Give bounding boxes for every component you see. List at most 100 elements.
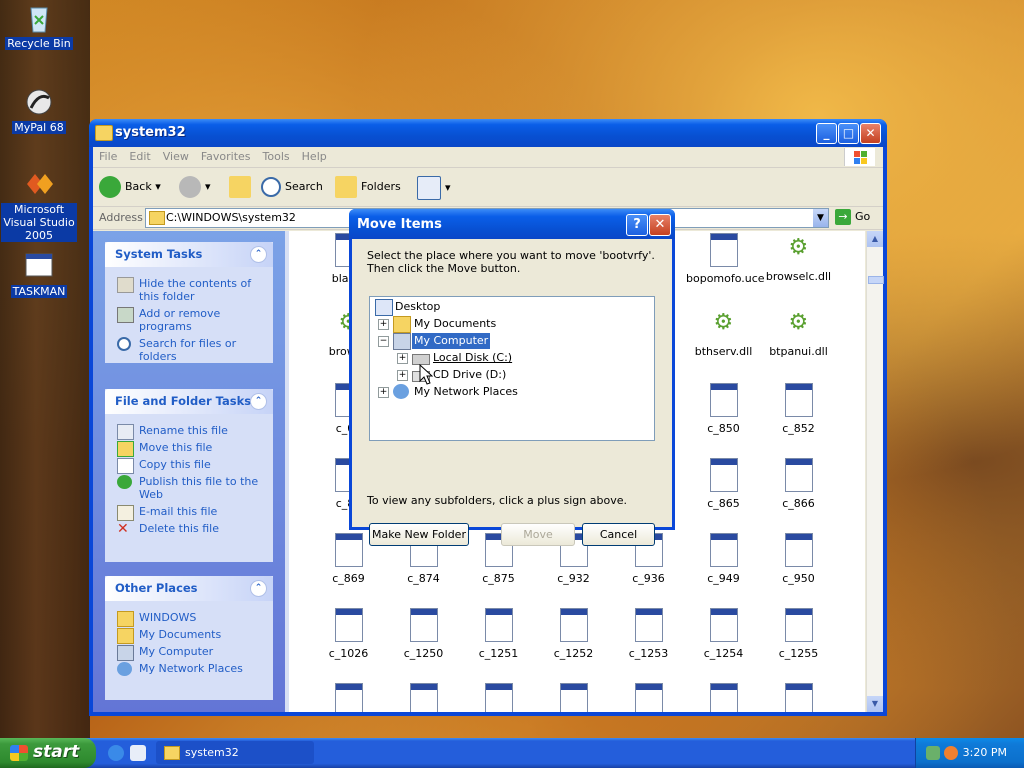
help-button[interactable]: ? — [626, 214, 648, 236]
file-item[interactable]: bopomofo.uce — [686, 233, 765, 285]
file-icon — [559, 683, 588, 712]
task-hide-contents[interactable]: Hide the contents of this folder — [117, 277, 265, 303]
taskbar-item-system32[interactable]: system32 — [156, 741, 314, 764]
file-item[interactable] — [386, 683, 461, 712]
go-button[interactable]: → Go — [835, 209, 870, 225]
file-name: c_1250 — [403, 647, 444, 660]
place-windows[interactable]: WINDOWS — [117, 611, 265, 627]
place-my-computer[interactable]: My Computer — [117, 645, 265, 661]
collapse-chevron-icon[interactable]: ⌃ — [250, 393, 267, 410]
quick-launch-icon[interactable] — [130, 745, 146, 761]
file-item[interactable]: c_1254 — [686, 608, 761, 660]
desktop-icon-mypal[interactable]: MyPal 68 — [1, 86, 77, 134]
menu-tools[interactable]: Tools — [257, 147, 296, 166]
expand-plus-icon[interactable]: + — [378, 319, 389, 330]
file-name: bopomofo.uce — [686, 272, 765, 285]
file-tasks-header[interactable]: File and Folder Tasks ⌃ — [105, 389, 273, 414]
make-new-folder-button[interactable]: Make New Folder — [369, 523, 469, 546]
other-places-header[interactable]: Other Places ⌃ — [105, 576, 273, 601]
file-item[interactable] — [611, 683, 686, 712]
place-my-documents[interactable]: My Documents — [117, 628, 265, 644]
file-item[interactable]: c_1251 — [461, 608, 536, 660]
back-button[interactable]: Back ▾ — [99, 176, 161, 198]
folder-icon — [149, 211, 165, 225]
desktop-icon-taskman[interactable]: TASKMAN — [1, 250, 77, 298]
views-button[interactable]: ▾ — [417, 176, 451, 200]
move-button[interactable]: Move — [501, 523, 575, 546]
file-item[interactable]: browselc.dll — [761, 233, 836, 283]
cancel-button[interactable]: Cancel — [582, 523, 655, 546]
dialog-titlebar[interactable]: Move Items ? ✕ — [349, 209, 675, 239]
collapse-chevron-icon[interactable]: ⌃ — [250, 580, 267, 597]
explorer-titlebar[interactable]: system32 _ □ ✕ — [89, 119, 887, 147]
task-copy[interactable]: Copy this file — [117, 458, 265, 474]
close-button[interactable]: ✕ — [860, 123, 881, 144]
file-item[interactable] — [461, 683, 536, 712]
task-delete[interactable]: ✕ Delete this file — [117, 522, 265, 536]
folder-icon — [164, 746, 180, 760]
file-item[interactable]: c_865 — [686, 458, 761, 510]
search-tray-icon[interactable] — [944, 746, 958, 760]
file-item[interactable] — [311, 683, 386, 712]
menu-help[interactable]: Help — [296, 147, 333, 166]
file-item[interactable]: c_1026 — [311, 608, 386, 660]
up-folder-icon — [229, 176, 251, 198]
file-item[interactable]: c_1250 — [386, 608, 461, 660]
dialog-close-button[interactable]: ✕ — [649, 214, 671, 236]
internet-explorer-icon[interactable] — [108, 745, 124, 761]
file-item[interactable]: c_850 — [686, 383, 761, 435]
forward-button[interactable]: ▾ — [179, 176, 211, 198]
file-name: c_869 — [332, 572, 365, 585]
scroll-down-button[interactable]: ▼ — [867, 696, 883, 712]
task-rename[interactable]: Rename this file — [117, 424, 265, 440]
task-move[interactable]: Move this file — [117, 441, 265, 457]
place-network[interactable]: My Network Places — [117, 662, 265, 676]
task-email[interactable]: E-mail this file — [117, 505, 265, 521]
file-item[interactable]: c_950 — [761, 533, 836, 585]
collapse-chevron-icon[interactable]: ⌃ — [250, 246, 267, 263]
scroll-thumb[interactable] — [868, 276, 884, 284]
menu-favorites[interactable]: Favorites — [195, 147, 257, 166]
collapse-minus-icon[interactable]: − — [378, 336, 389, 347]
task-search-files[interactable]: Search for files or folders — [117, 337, 265, 363]
file-item[interactable]: btpanui.dll — [761, 308, 836, 358]
task-label: E-mail this file — [139, 505, 218, 518]
menu-edit[interactable]: Edit — [123, 147, 156, 166]
address-dropdown-button[interactable]: ▼ — [813, 209, 828, 227]
task-publish[interactable]: Publish this file to the Web — [117, 475, 265, 501]
file-item[interactable]: c_852 — [761, 383, 836, 435]
menu-file[interactable]: File — [93, 147, 123, 166]
network-tray-icon[interactable] — [926, 746, 940, 760]
file-item[interactable]: c_1253 — [611, 608, 686, 660]
file-item[interactable]: c_1255 — [761, 608, 836, 660]
file-item[interactable]: bthserv.dll — [686, 308, 761, 358]
start-button[interactable]: start — [0, 738, 96, 768]
desktop-icon-recycle-bin[interactable]: Recycle Bin — [1, 2, 77, 50]
task-add-remove-programs[interactable]: Add or remove programs — [117, 307, 265, 333]
clock[interactable]: 3:20 PM — [963, 746, 1007, 759]
expand-plus-icon[interactable]: + — [397, 353, 408, 364]
file-item[interactable] — [761, 683, 836, 712]
vertical-scrollbar[interactable]: ▲ ▼ — [866, 231, 884, 712]
network-icon — [117, 662, 132, 676]
file-item[interactable]: c_866 — [761, 458, 836, 510]
desktop-icon-visual-studio[interactable]: Microsoft Visual Studio 2005 — [1, 168, 77, 242]
maximize-button[interactable]: □ — [838, 123, 859, 144]
folders-button[interactable]: Folders — [335, 176, 401, 198]
file-item[interactable]: c_949 — [686, 533, 761, 585]
scroll-up-button[interactable]: ▲ — [867, 231, 883, 247]
minimize-button[interactable]: _ — [816, 123, 837, 144]
file-item[interactable]: c_1252 — [536, 608, 611, 660]
folder-tree[interactable]: Desktop + My Documents − My Computer + L… — [369, 296, 655, 441]
system-tasks-header[interactable]: System Tasks ⌃ — [105, 242, 273, 267]
file-name: btpanui.dll — [769, 345, 828, 358]
tree-label: My Computer — [412, 333, 491, 349]
menu-view[interactable]: View — [157, 147, 195, 166]
file-item[interactable] — [686, 683, 761, 712]
up-folder-button[interactable] — [229, 176, 255, 198]
file-name: c_852 — [782, 422, 815, 435]
file-item[interactable] — [536, 683, 611, 712]
expand-plus-icon[interactable]: + — [378, 387, 389, 398]
expand-plus-icon[interactable]: + — [397, 370, 408, 381]
search-button[interactable]: Search — [261, 176, 323, 198]
